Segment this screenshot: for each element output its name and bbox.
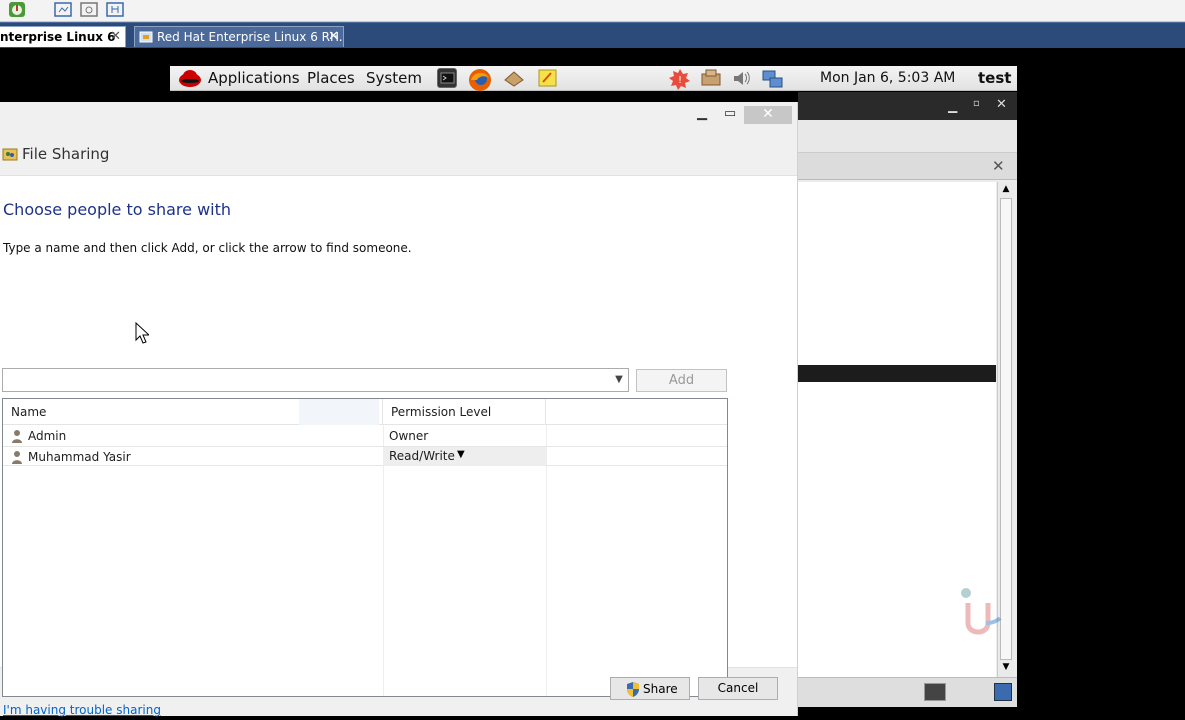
menu-system[interactable]: System — [366, 69, 422, 87]
row-name: Admin — [28, 429, 67, 443]
share-button[interactable]: Share — [610, 677, 690, 700]
file-sharing-dialog: ▁ ▭ ✕ File Sharing Choose people to shar… — [0, 102, 798, 717]
background-window: ▁ ▫ ✕ ✕ ▲ ▼ — [798, 92, 1017, 707]
user-icon — [11, 429, 23, 443]
network-status-icon[interactable] — [761, 68, 783, 88]
network-manager-icon[interactable] — [700, 68, 721, 88]
firefox-icon[interactable] — [468, 68, 491, 91]
people-list: Name Permission Level Admin Owner Muhamm… — [2, 398, 728, 697]
cancel-button[interactable]: Cancel — [698, 677, 778, 700]
add-button[interactable]: Add — [636, 369, 727, 392]
notes-icon[interactable] — [537, 68, 557, 88]
mail-icon[interactable] — [503, 68, 524, 88]
row-name: Muhammad Yasir — [28, 450, 131, 464]
help-link[interactable]: I'm having trouble sharing — [3, 703, 161, 717]
vm-tab-label: Red Hat Enterprise Linux 6 RH... — [157, 30, 344, 44]
file-sharing-icon — [2, 146, 18, 165]
close-tab-icon[interactable]: ✕ — [992, 157, 1005, 175]
gnome-top-panel: Applications Places System ! Mon Jan 6, … — [170, 66, 1017, 91]
background-window-toolbar — [798, 120, 1017, 153]
terminal-taskbar-icon[interactable] — [924, 683, 946, 701]
background-window-tabbar: ✕ — [798, 153, 1017, 180]
user-menu[interactable]: test — [978, 69, 1011, 87]
dialog-title: File Sharing — [22, 145, 110, 163]
dropdown-arrow-icon[interactable]: ▼ — [457, 449, 465, 460]
power-icon[interactable] — [8, 1, 26, 18]
vm-icon — [139, 30, 153, 47]
background-window-titlebar: ▁ ▫ ✕ — [798, 92, 1017, 120]
permission-dropdown[interactable]: Read/Write ▼ — [383, 447, 546, 466]
uac-shield-icon — [626, 681, 640, 700]
snapshot-icon[interactable] — [54, 1, 72, 18]
dialog-body: Choose people to share with Type a name … — [0, 175, 797, 717]
menu-applications[interactable]: Applications — [208, 69, 300, 87]
row-permission: Read/Write — [389, 449, 455, 463]
highlight-bar — [798, 365, 996, 382]
table-row[interactable]: Muhammad Yasir Read/Write ▼ — [3, 446, 727, 466]
minimize-button[interactable]: ▁ — [688, 106, 716, 124]
close-button[interactable]: ✕ — [744, 106, 792, 124]
menu-places[interactable]: Places — [307, 69, 355, 87]
svg-text:!: ! — [678, 75, 682, 86]
terminal-icon[interactable] — [437, 68, 457, 88]
header-hover-highlight — [299, 399, 379, 425]
scroll-down-icon[interactable]: ▼ — [1000, 662, 1012, 674]
watermark-logo-icon — [958, 583, 1028, 653]
mouse-cursor-icon — [135, 321, 151, 347]
minimize-icon[interactable]: ▁ — [948, 99, 957, 113]
heading: Choose people to share with — [3, 200, 232, 219]
update-alert-icon[interactable]: ! — [669, 68, 690, 90]
name-combobox[interactable]: ▼ — [2, 368, 629, 392]
column-header-permission[interactable]: Permission Level — [383, 399, 546, 425]
workspace-icon[interactable] — [994, 683, 1012, 701]
clock[interactable]: Mon Jan 6, 5:03 AM — [820, 70, 955, 86]
chevron-down-icon[interactable]: ▼ — [610, 369, 628, 391]
vm-tab-label: nterprise Linux 6 — [0, 30, 116, 44]
vm-tab[interactable]: Red Hat Enterprise Linux 6 RH... ✕ — [134, 26, 344, 47]
row-permission: Owner — [389, 429, 429, 443]
close-tab-icon[interactable]: ✕ — [110, 27, 121, 47]
close-tab-icon[interactable]: ✕ — [328, 27, 339, 47]
host-toolbar — [0, 0, 1185, 22]
revert-snapshot-icon[interactable] — [80, 1, 98, 18]
volume-icon[interactable] — [731, 68, 751, 88]
table-row[interactable]: Admin Owner — [3, 426, 727, 446]
user-icon — [11, 450, 23, 464]
maximize-button[interactable]: ▭ — [716, 106, 744, 124]
maximize-icon[interactable]: ▫ — [973, 98, 980, 109]
background-window-statusbar — [798, 677, 1017, 707]
scroll-up-icon[interactable]: ▲ — [1000, 184, 1012, 196]
vm-tab-bar: nterprise Linux 6 ✕ Red Hat Enterprise L… — [0, 22, 1185, 48]
instruction-text: Type a name and then click Add, or click… — [3, 241, 412, 255]
close-icon[interactable]: ✕ — [996, 97, 1007, 112]
column-header-empty — [546, 399, 727, 425]
snapshot-manager-icon[interactable] — [106, 1, 124, 18]
vm-tab-active[interactable]: nterprise Linux 6 ✕ — [0, 26, 126, 47]
share-label: Share — [643, 682, 678, 696]
redhat-logo-icon — [178, 68, 202, 91]
